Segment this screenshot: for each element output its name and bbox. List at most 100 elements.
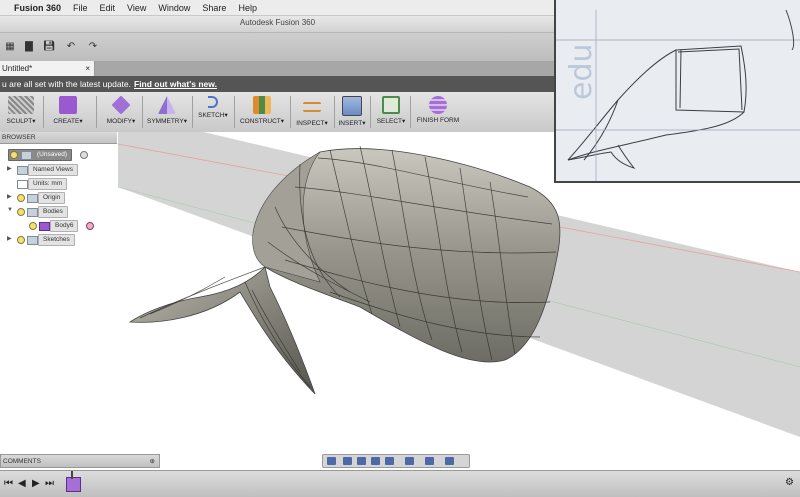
folder-icon xyxy=(27,236,38,245)
inspect-menu[interactable]: INSPECT▾ xyxy=(292,94,332,130)
workspace-switcher[interactable]: SCULPT▾ xyxy=(2,94,40,130)
create-label: CREATE xyxy=(53,118,80,125)
sketch-label: SKETCH xyxy=(198,112,225,119)
sketch-drawing: edu xyxy=(556,0,800,181)
folder-icon xyxy=(27,208,38,217)
svg-text:edu: edu xyxy=(564,43,599,100)
app-menu[interactable]: Fusion 360 xyxy=(14,3,61,13)
create-menu[interactable]: CREATE▾ xyxy=(48,94,88,130)
reference-sketch-photo: edu xyxy=(554,0,800,183)
root-label: (Unsaved) xyxy=(37,151,67,158)
radio-icon[interactable] xyxy=(80,151,88,159)
play-icon[interactable]: ▶ xyxy=(32,478,40,489)
step-back-icon[interactable]: ◀ xyxy=(18,478,26,489)
browser-header[interactable]: BROWSER xyxy=(0,132,117,144)
insert-menu[interactable]: INSERT▾ xyxy=(336,94,368,130)
tab-strip xyxy=(95,61,555,76)
sketch-menu[interactable]: SKETCH▾ xyxy=(194,94,232,130)
browser-item-body6[interactable]: Body6 xyxy=(50,220,79,232)
workspace-label: SCULPT xyxy=(6,118,33,125)
expand-arrow-icon[interactable]: ▶ xyxy=(7,193,12,200)
timeline-form-feature-icon[interactable] xyxy=(66,477,81,492)
menu-share[interactable]: Share xyxy=(202,3,226,13)
select-label: SELECT xyxy=(376,118,403,125)
undo-icon[interactable]: ↶ xyxy=(64,41,78,53)
symmetry-icon xyxy=(158,96,176,114)
visibility-bulb-icon[interactable] xyxy=(17,194,25,202)
visibility-bulb-icon[interactable] xyxy=(29,222,37,230)
visibility-bulb-icon[interactable] xyxy=(17,208,25,216)
folder-icon xyxy=(17,166,28,175)
component-icon xyxy=(21,151,32,160)
update-notice-text: u are all set with the latest update. xyxy=(2,79,131,89)
browser-item-units[interactable]: Units: mm xyxy=(28,178,68,190)
orbit-icon[interactable] xyxy=(327,457,336,465)
grid-icon[interactable]: ▦ xyxy=(3,41,17,53)
fit-icon[interactable] xyxy=(385,457,394,465)
display-settings-icon[interactable] xyxy=(405,457,414,465)
go-to-start-icon[interactable]: ⏮︎ xyxy=(4,478,13,489)
menu-bar: Fusion 360 File Edit View Window Share H… xyxy=(0,0,555,16)
browser-item-sketches[interactable]: Sketches xyxy=(38,234,75,246)
document-tab-label: Untitled* xyxy=(2,64,33,73)
look-at-icon[interactable] xyxy=(343,457,352,465)
finish-form-label: FINISH FORM xyxy=(416,117,460,124)
insert-label: INSERT xyxy=(338,120,363,127)
menu-file[interactable]: File xyxy=(73,3,88,13)
modify-icon xyxy=(111,95,131,115)
zoom-icon[interactable] xyxy=(371,457,380,465)
go-to-end-icon[interactable]: ⏭︎ xyxy=(45,478,54,489)
pan-icon[interactable] xyxy=(357,457,366,465)
construct-label: CONSTRUCT xyxy=(239,118,281,125)
timeline-settings-icon[interactable]: ⚙ xyxy=(785,477,794,488)
construct-menu[interactable]: CONSTRUCT▾ xyxy=(236,94,288,130)
symmetry-menu[interactable]: SYMMETRY▾ xyxy=(144,94,190,130)
menu-window[interactable]: Window xyxy=(158,3,190,13)
browser-title: BROWSER xyxy=(2,134,36,141)
grid-settings-icon[interactable] xyxy=(425,457,434,465)
timeline-marker[interactable] xyxy=(71,471,73,479)
comments-label: COMMENTS xyxy=(3,458,41,465)
browser-item-bodies[interactable]: Bodies xyxy=(38,206,68,218)
insert-icon xyxy=(342,96,362,116)
origin-label: Origin xyxy=(43,194,61,201)
finish-form-button[interactable]: FINISH FORM xyxy=(414,94,462,130)
appearance-icon[interactable] xyxy=(86,222,94,230)
viewports-icon[interactable] xyxy=(445,457,454,465)
update-notice: u are all set with the latest update. Fin… xyxy=(0,76,555,92)
menu-edit[interactable]: Edit xyxy=(100,3,116,13)
units-icon xyxy=(17,180,28,189)
finish-form-icon xyxy=(429,96,447,114)
collapse-arrow-icon[interactable]: ▼ xyxy=(7,207,13,213)
quick-access-toolbar: ▦ ▇ 💾︎ ↶ ↷ xyxy=(0,33,555,62)
expand-arrow-icon[interactable]: ▶ xyxy=(7,165,12,172)
inspect-icon xyxy=(303,102,321,112)
visibility-bulb-icon[interactable] xyxy=(17,236,25,244)
inspect-label: INSPECT xyxy=(296,120,325,127)
whats-new-link[interactable]: Find out what's new. xyxy=(134,79,217,89)
ribbon-toolbar: SCULPT▾ CREATE▾ MODIFY▾ SYMMETRY▾ SKETCH… xyxy=(0,92,555,133)
browser-item-named-views[interactable]: Named Views xyxy=(28,164,78,176)
title-bar: Autodesk Fusion 360 xyxy=(0,16,555,33)
bodies-label: Bodies xyxy=(43,208,63,215)
select-menu[interactable]: SELECT▾ xyxy=(373,94,409,130)
named-views-label: Named Views xyxy=(33,166,73,173)
browser-item-origin[interactable]: Origin xyxy=(38,192,66,204)
symmetry-label: SYMMETRY xyxy=(147,118,184,125)
sketch-icon xyxy=(208,96,218,108)
sculpt-icon xyxy=(8,96,34,114)
modify-menu[interactable]: MODIFY▾ xyxy=(100,94,142,130)
document-tab[interactable]: Untitled* × xyxy=(0,61,95,76)
body6-label: Body6 xyxy=(55,222,74,229)
visibility-bulb-icon[interactable] xyxy=(10,151,18,159)
menu-view[interactable]: View xyxy=(127,3,146,13)
expand-arrow-icon[interactable]: ▶ xyxy=(7,235,12,242)
comments-toggle-icon[interactable]: ⊕ xyxy=(150,455,155,469)
menu-help[interactable]: Help xyxy=(238,3,257,13)
comments-panel[interactable]: COMMENTS ⊕ xyxy=(0,454,160,468)
redo-icon[interactable]: ↷ xyxy=(86,41,100,53)
save-icon[interactable]: 💾︎ xyxy=(42,41,56,53)
units-label: Units: mm xyxy=(33,180,63,187)
file-icon[interactable]: ▇ xyxy=(22,41,36,53)
close-tab-icon[interactable]: × xyxy=(85,61,90,76)
